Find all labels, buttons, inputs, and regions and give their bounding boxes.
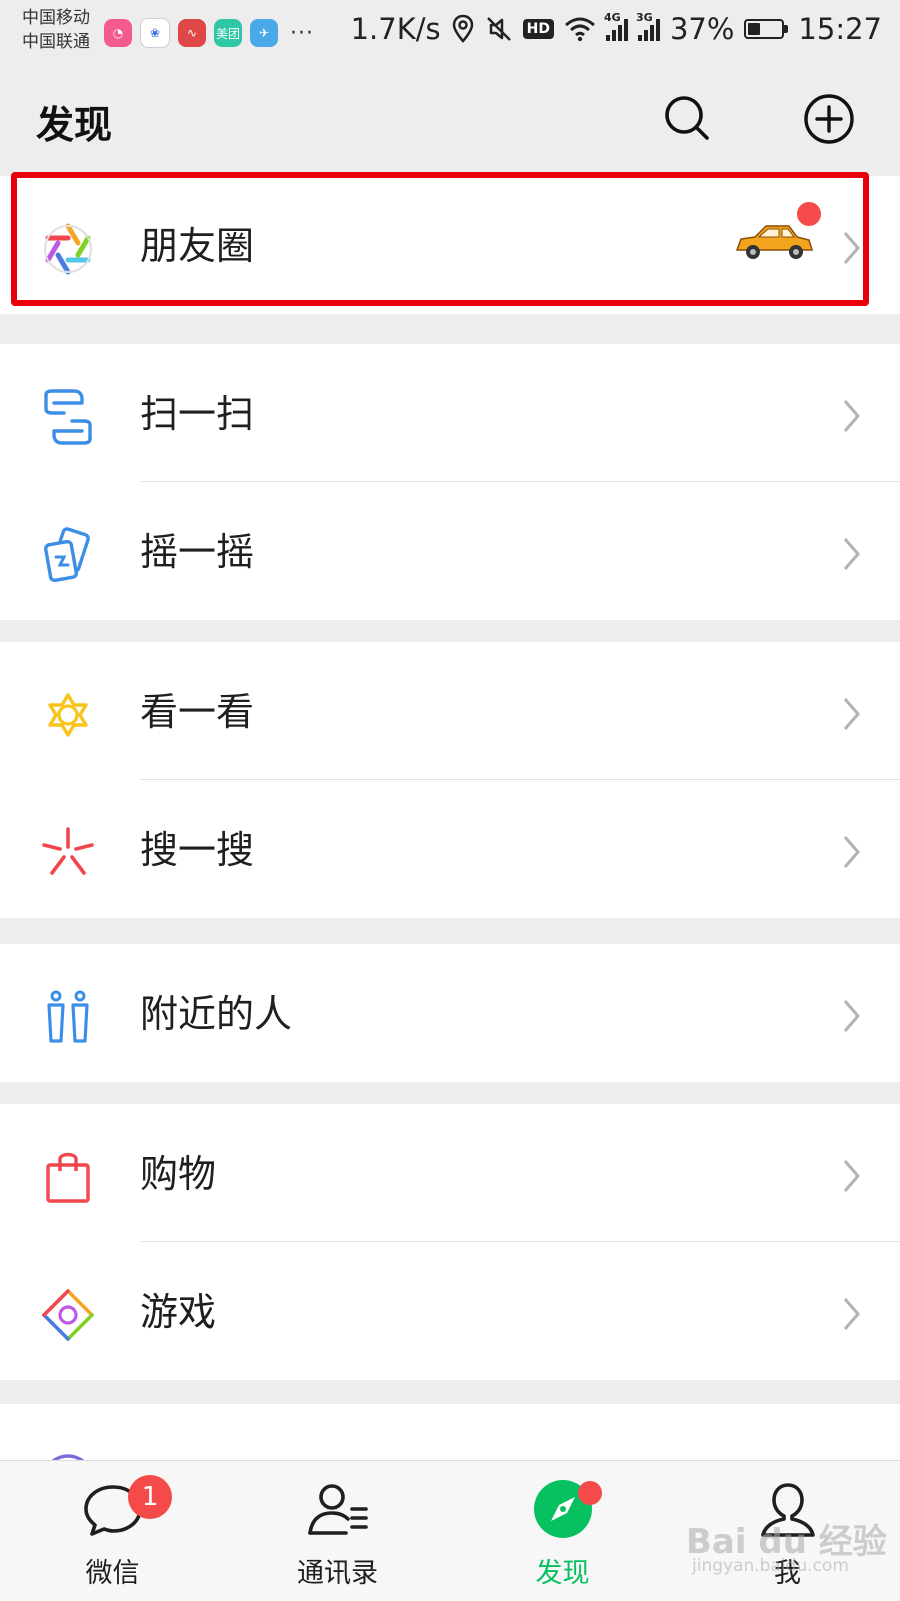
car-sticker-icon: [735, 225, 814, 259]
menu-item-label: 游戏: [140, 1290, 217, 1334]
tab-label: 发现: [535, 1558, 590, 1589]
top-stories-icon: [48, 693, 88, 737]
menu-item-scan[interactable]: 扫一扫: [0, 344, 900, 482]
tab-discover[interactable]: 发现: [450, 1461, 675, 1601]
menu-item-label: 购物: [140, 1152, 217, 1196]
menu-item-label: 扫一扫: [140, 392, 255, 436]
hd-voice-badge: HD: [522, 19, 554, 39]
meituan-app-icon: 美团: [214, 19, 242, 47]
search-icon[interactable]: [660, 92, 714, 146]
top-bar: 发现: [0, 66, 900, 176]
signal-3g-icon: 3G: [636, 11, 660, 41]
chevron-right-icon: [843, 698, 860, 730]
plane-app-icon: ✈: [250, 19, 278, 47]
moments-aperture-icon: [44, 223, 92, 275]
status-right: 1.7K/s HD 4G 3G 37% 15:27: [350, 11, 882, 46]
discover-new-dot: [578, 1481, 602, 1505]
menu-item-label: 搜一搜: [140, 828, 255, 872]
location-icon: [452, 14, 473, 43]
carrier-1: 中国移动: [22, 8, 90, 28]
wifi-icon: [564, 17, 595, 42]
menu-item-label: 摇一摇: [140, 530, 255, 574]
clock: 15:27: [798, 12, 882, 46]
person-icon: [760, 1483, 815, 1537]
menu-item-search[interactable]: 搜一搜: [0, 780, 900, 918]
games-icon: [42, 1289, 94, 1341]
page-title: 发现: [36, 103, 113, 147]
tab-label: 我: [774, 1558, 801, 1589]
menu-item-moments[interactable]: 朋友圈: [0, 176, 900, 314]
net-type-2: 3G: [635, 11, 653, 24]
people-nearby-icon: [47, 990, 89, 1043]
menu-item-top-stories[interactable]: 看一看: [0, 642, 900, 780]
signal-4g-icon: 4G: [604, 11, 628, 41]
carrier-names: 中国移动 中国联通: [22, 6, 90, 54]
contacts-icon: [307, 1484, 368, 1535]
chevron-right-icon: [843, 836, 860, 868]
menu-group-moments: 朋友圈: [0, 176, 900, 314]
menu-group-stories-search: 看一看 搜一搜: [0, 642, 900, 918]
menu-item-label: 朋友圈: [140, 224, 255, 268]
scan-icon: [44, 389, 92, 445]
tab-me[interactable]: 我: [675, 1461, 900, 1601]
notification-icons: ◔ ❀ ∿ 美团 ✈ ···: [104, 18, 314, 48]
unread-badge: 1: [128, 1475, 172, 1519]
menu-group-scan-shake: 扫一扫 摇一摇: [0, 344, 900, 620]
menu-item-label: 看一看: [140, 690, 255, 734]
status-bar: 中国移动 中国联通 ◔ ❀ ∿ 美团 ✈ ··· 1.7K/s HD 4G 3G…: [0, 0, 900, 66]
shake-icon: [44, 527, 90, 583]
menu-item-people-nearby[interactable]: 附近的人: [0, 944, 900, 1082]
bottom-tab-bar: 1 微信 通讯录 发现 我: [0, 1460, 900, 1601]
menu-item-shopping[interactable]: 购物: [0, 1104, 900, 1242]
pink-app-icon: ◔: [104, 19, 132, 47]
moments-new-dot: [797, 202, 821, 226]
baidu-app-icon: ❀: [140, 18, 170, 48]
plus-circle-icon[interactable]: [802, 92, 856, 146]
menu-group-mini-programs: [0, 1404, 900, 1460]
menu-item-label: 附近的人: [140, 992, 293, 1036]
carrier-2: 中国联通: [22, 32, 90, 52]
tab-contacts[interactable]: 通讯录: [225, 1461, 450, 1601]
network-speed: 1.7K/s: [350, 12, 441, 46]
battery-percent: 37%: [669, 12, 735, 46]
chevron-right-icon: [843, 1160, 860, 1192]
mute-icon: [486, 17, 511, 41]
tab-chats[interactable]: 1 微信: [0, 1461, 225, 1601]
chevron-right-icon: [843, 232, 860, 264]
shopping-bag-icon: [46, 1152, 90, 1203]
chevron-right-icon: [843, 538, 860, 570]
menu-item-shake[interactable]: 摇一摇: [0, 482, 900, 620]
tab-label: 微信: [85, 1558, 140, 1589]
tab-label: 通讯录: [297, 1558, 378, 1589]
net-type-1: 4G: [603, 11, 621, 24]
menu-item-games[interactable]: 游戏: [0, 1242, 900, 1380]
chevron-right-icon: [843, 400, 860, 432]
chevron-right-icon: [843, 1000, 860, 1032]
menu-group-nearby: 附近的人: [0, 944, 900, 1082]
mini-programs-icon: [51, 1454, 85, 1460]
battery-icon: [744, 19, 789, 39]
more-notifications-icon: ···: [290, 20, 314, 46]
menu-group-shopping-games: 购物 游戏: [0, 1104, 900, 1380]
search-spark-icon: [42, 827, 94, 875]
chevron-right-icon: [843, 1298, 860, 1330]
red-app-icon: ∿: [178, 19, 206, 47]
menu-item-mini-programs[interactable]: [0, 1404, 900, 1460]
